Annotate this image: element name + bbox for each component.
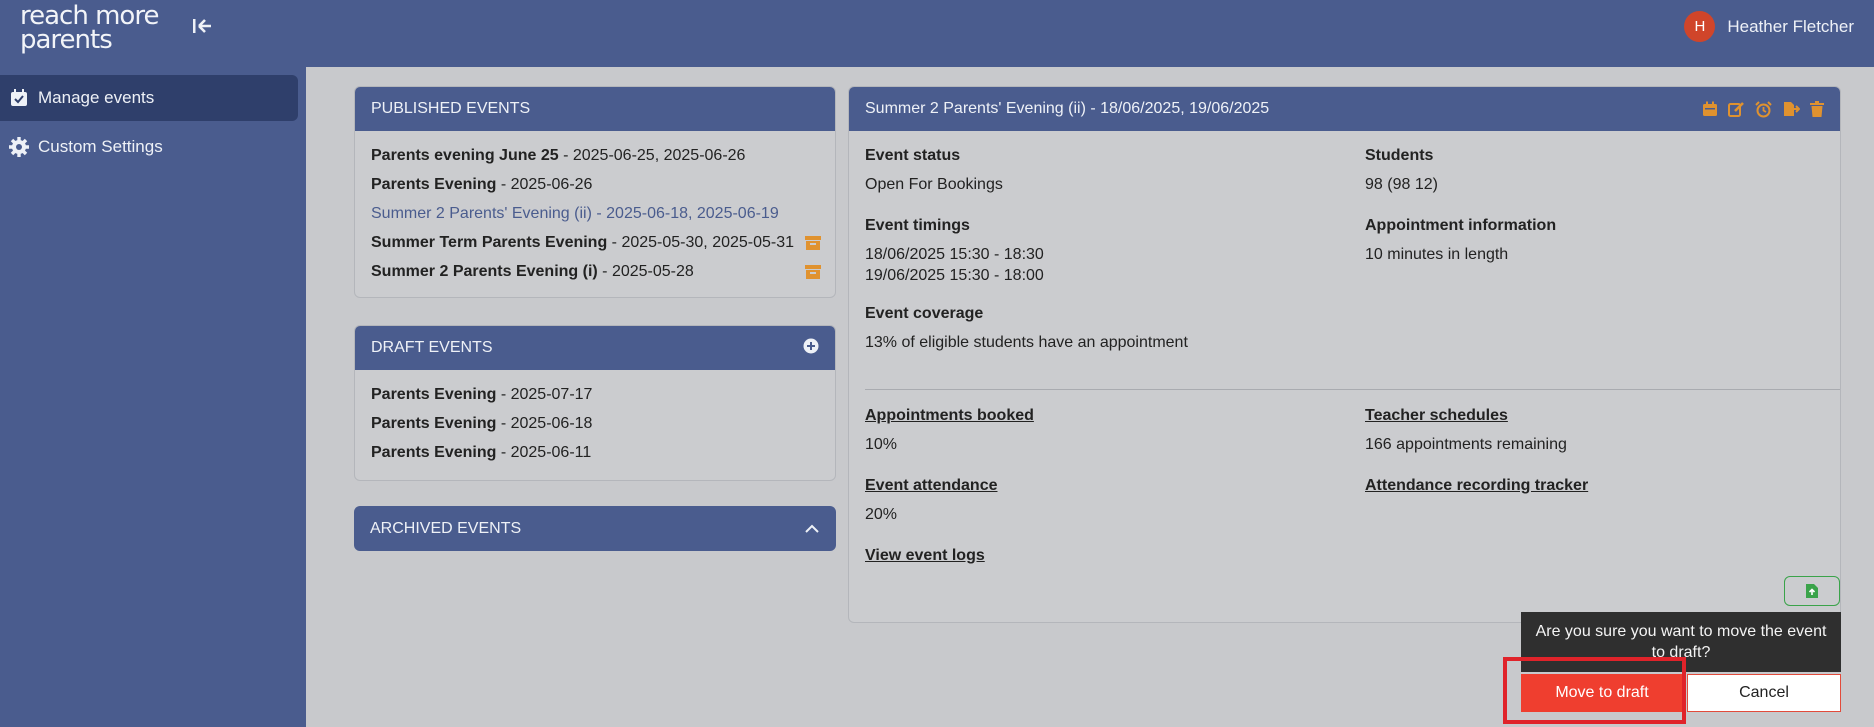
list-item[interactable]: Parents Evening - 2025-06-11 (371, 444, 591, 462)
view-event-logs-link[interactable]: View event logs (865, 547, 985, 565)
calendar-check-icon (0, 88, 38, 108)
confirm-popover-message: Are you sure you want to move the event … (1521, 612, 1841, 672)
appointment-info-label: Appointment information (1365, 217, 1557, 234)
event-timing-1: 18/06/2025 15:30 - 18:30 (865, 246, 1044, 263)
calendar-icon[interactable] (1702, 101, 1718, 117)
teacher-schedules-link[interactable]: Teacher schedules (1365, 407, 1508, 425)
appointments-booked-link[interactable]: Appointments booked (865, 407, 1034, 425)
panel-title: ARCHIVED EVENTS (370, 519, 522, 537)
collapse-sidebar-button[interactable] (188, 12, 216, 40)
list-item[interactable]: Summer 2 Parents Evening (i) - 2025-05-2… (371, 263, 694, 281)
event-timing-2: 19/06/2025 15:30 - 18:00 (865, 267, 1044, 284)
students-label: Students (1365, 147, 1434, 164)
avatar: H (1684, 11, 1716, 42)
event-actions (1702, 100, 1824, 118)
appointments-booked-value: 10% (865, 436, 898, 453)
panel-header: Summer 2 Parents' Evening (ii) - 18/06/2… (849, 87, 1840, 131)
panel-title: PUBLISHED EVENTS (371, 100, 531, 117)
list-item[interactable]: Summer Term Parents Evening - 2025-05-30… (371, 234, 794, 252)
event-timings-label: Event timings (865, 217, 970, 234)
published-events-panel: PUBLISHED EVENTS Parents evening June 25… (354, 86, 836, 298)
export-button[interactable] (1784, 576, 1840, 606)
user-menu[interactable]: H Heather Fletcher (1684, 11, 1854, 42)
plus-circle-icon (803, 338, 819, 353)
event-coverage-value: 13% of eligible students have an appoint… (865, 334, 1188, 351)
archived-events-panel[interactable]: ARCHIVED EVENTS (354, 506, 836, 551)
sidebar-item-label: Custom Settings (38, 137, 163, 156)
list-item[interactable]: Parents Evening - 2025-07-17 (371, 386, 592, 404)
archive-icon[interactable] (805, 236, 821, 255)
event-status-value: Open For Bookings (865, 176, 1003, 193)
top-bar: reach more parents H Heather Fletcher (0, 0, 1874, 67)
sidebar-item-manage-events[interactable]: Manage events (0, 75, 298, 121)
alarm-icon[interactable] (1755, 100, 1772, 118)
students-value: 98 (98 12) (1365, 176, 1438, 193)
chevron-up-icon (805, 524, 819, 533)
sidebar-item-custom-settings[interactable]: Custom Settings (0, 124, 298, 170)
sidebar: Manage events Custom Settings (0, 67, 306, 727)
move-to-draft-icon[interactable] (1782, 101, 1800, 117)
move-to-draft-button[interactable]: Move to draft (1521, 674, 1683, 712)
logo: reach more parents (20, 3, 159, 55)
appointment-info-value: 10 minutes in length (1365, 246, 1509, 263)
event-attendance-link[interactable]: Event attendance (865, 477, 997, 495)
archive-icon[interactable] (805, 265, 821, 284)
draft-events-panel: DRAFT EVENTS Parents Evening - 2025-07-1… (354, 325, 836, 481)
add-draft-button[interactable] (803, 338, 819, 359)
event-attendance-value: 20% (865, 506, 898, 523)
event-coverage-label: Event coverage (865, 305, 984, 322)
event-status-label: Event status (865, 147, 961, 164)
user-name: Heather Fletcher (1727, 16, 1854, 36)
event-detail-title: Summer 2 Parents' Evening (ii) - 18/06/2… (865, 100, 1270, 117)
panel-title: DRAFT EVENTS (371, 339, 493, 356)
list-item-selected[interactable]: Summer 2 Parents' Evening (ii) - 2025-06… (371, 205, 779, 223)
gear-icon (0, 136, 38, 158)
list-item[interactable]: Parents evening June 25 - 2025-06-25, 20… (371, 147, 745, 165)
panel-header: PUBLISHED EVENTS (355, 87, 835, 131)
list-item[interactable]: Parents Evening - 2025-06-26 (371, 176, 592, 194)
trash-icon[interactable] (1810, 101, 1824, 117)
panel-header[interactable]: ARCHIVED EVENTS (354, 506, 836, 551)
attendance-tracker-link[interactable]: Attendance recording tracker (1365, 477, 1588, 495)
edit-icon[interactable] (1728, 101, 1745, 117)
file-export-icon (1806, 584, 1818, 598)
sidebar-item-label: Manage events (38, 88, 155, 107)
divider (865, 389, 1840, 390)
event-detail-panel: Summer 2 Parents' Evening (ii) - 18/06/2… (848, 86, 1841, 623)
cancel-button[interactable]: Cancel (1687, 674, 1841, 712)
collapse-left-icon (193, 19, 211, 33)
list-item[interactable]: Parents Evening - 2025-06-18 (371, 415, 592, 433)
panel-header: DRAFT EVENTS (355, 326, 835, 370)
logo-line-2: parents (20, 25, 113, 55)
teacher-schedules-value: 166 appointments remaining (1365, 436, 1567, 453)
